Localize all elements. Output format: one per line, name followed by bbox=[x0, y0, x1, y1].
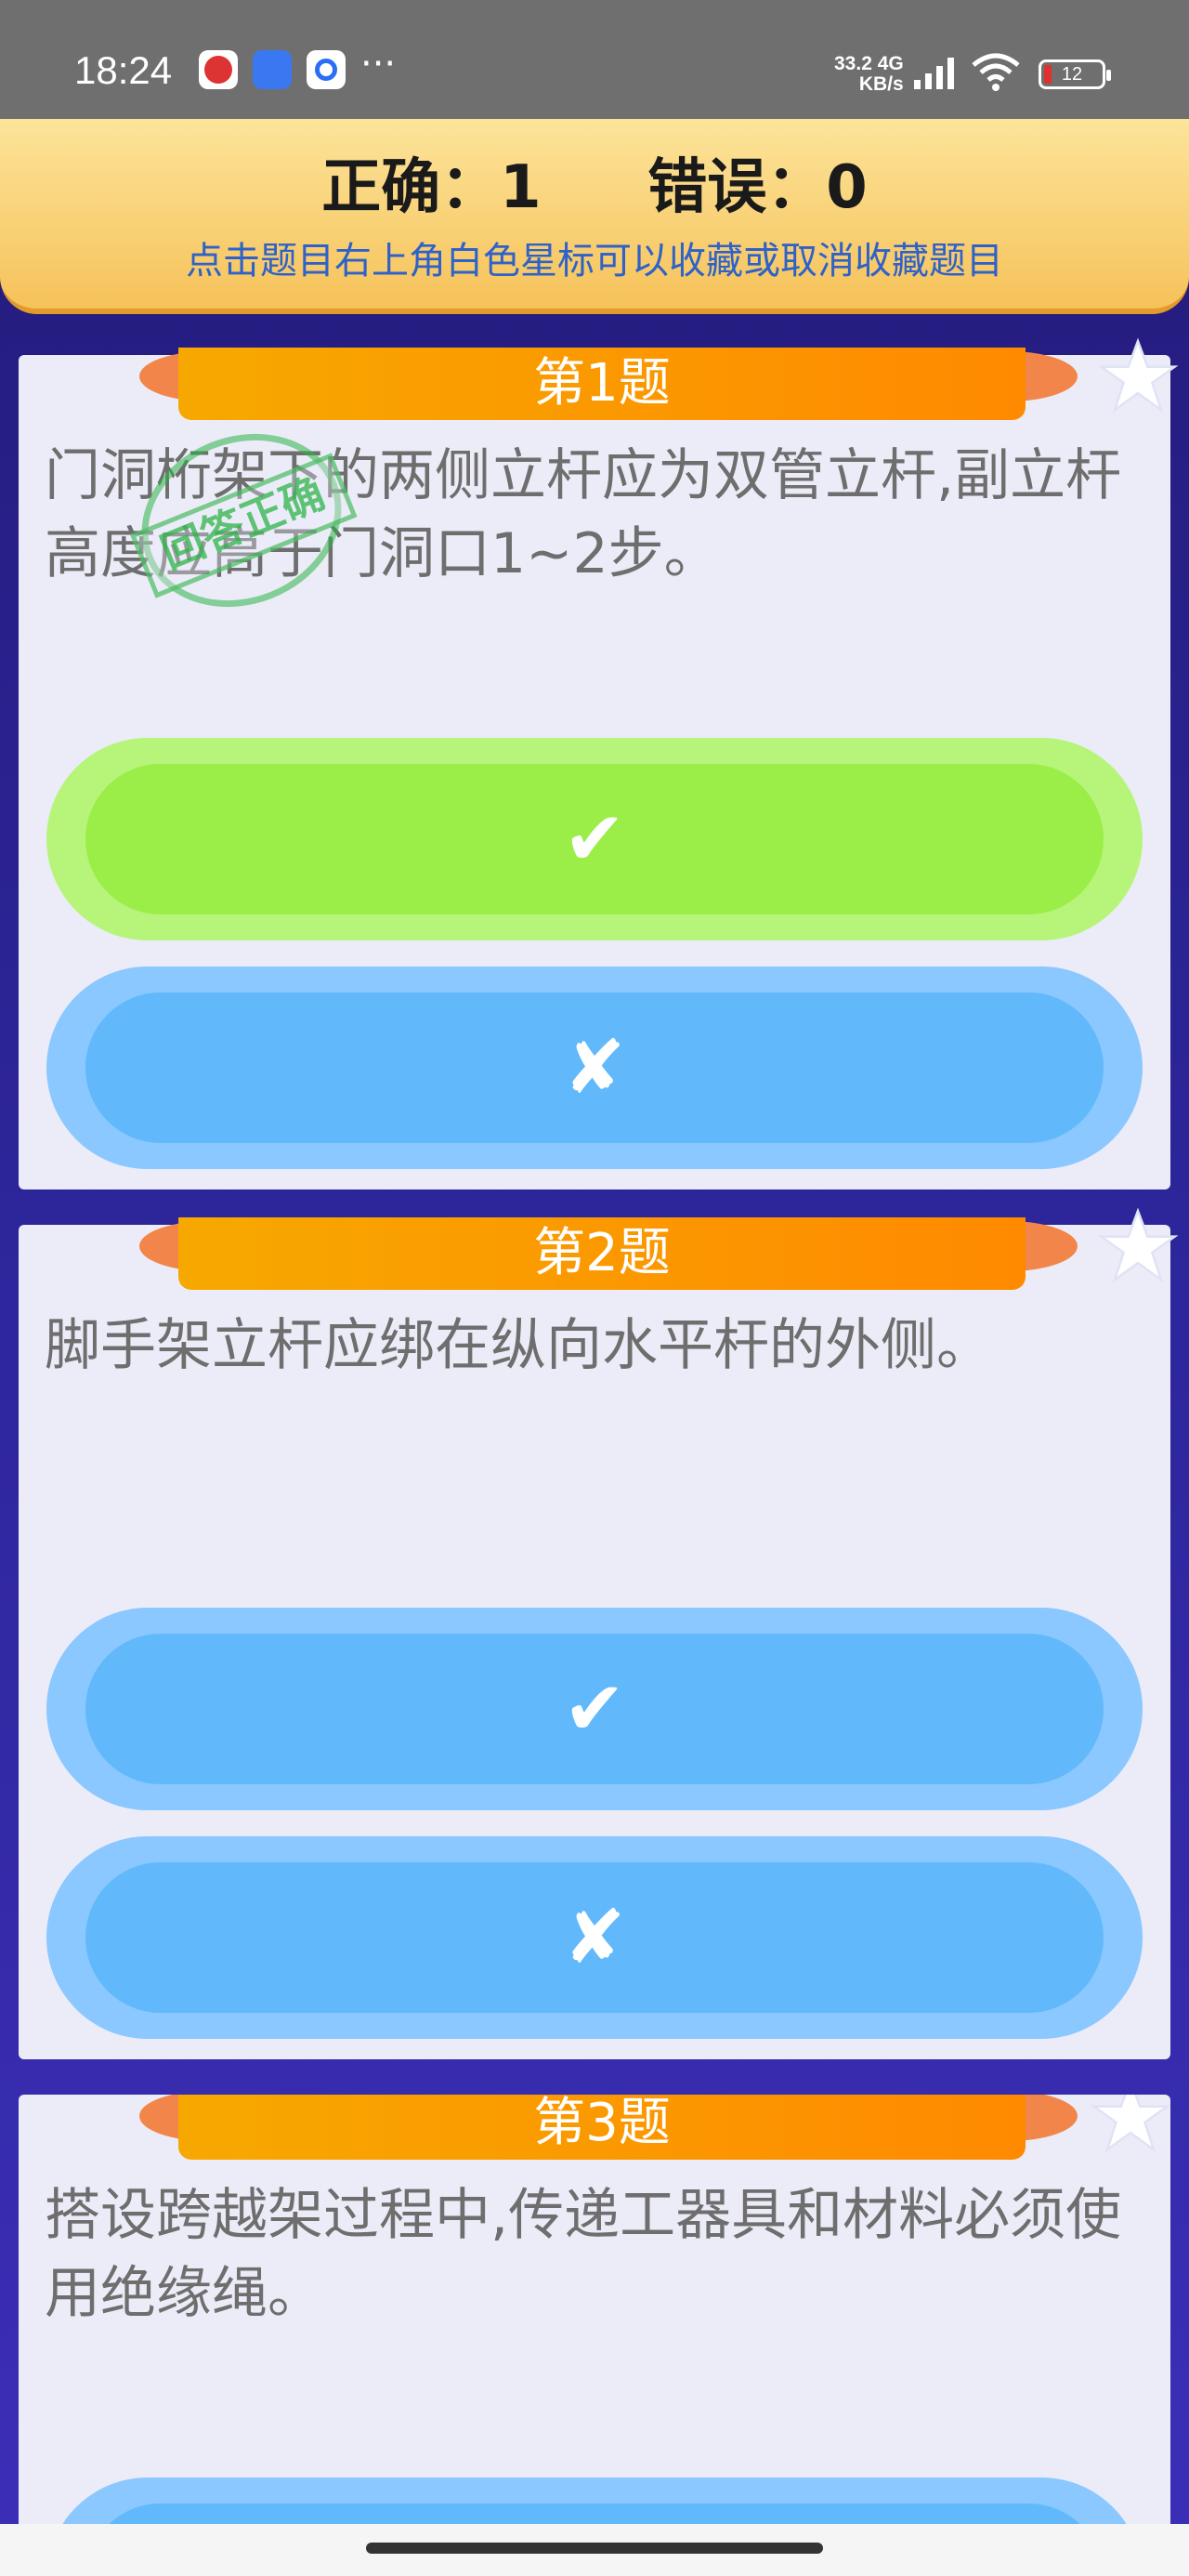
option-true-button[interactable]: ✔ bbox=[46, 1608, 1143, 1810]
question-title: 第2题 bbox=[178, 1217, 1026, 1290]
more-notifications-icon: ··· bbox=[360, 43, 397, 85]
option-true-button[interactable]: ✔ bbox=[46, 738, 1143, 940]
clock: 18:24 bbox=[74, 48, 173, 92]
correct-count: 正确：1 bbox=[321, 153, 542, 222]
option-false-label: ✘ bbox=[85, 1862, 1104, 2013]
question-card-2: 第2题 脚手架立杆应绑在纵向水平杆的外侧。 ✔ ✘ bbox=[19, 1207, 1178, 2059]
question-title: 第1题 bbox=[178, 348, 1026, 420]
favorite-star-icon[interactable] bbox=[1098, 336, 1178, 416]
score-panel: 正确：1 错误：0 点击题目右上角白色星标可以收藏或取消收藏题目 bbox=[0, 119, 1189, 314]
option-false-label: ✘ bbox=[85, 992, 1104, 1143]
home-indicator[interactable] bbox=[366, 2543, 823, 2554]
favorite-hint: 点击题目右上角白色星标可以收藏或取消收藏题目 bbox=[186, 240, 1003, 283]
option-true-label: ✔ bbox=[85, 764, 1104, 914]
score-line: 正确：1 错误：0 bbox=[0, 139, 1189, 225]
app-notification-icon bbox=[253, 50, 292, 89]
net-type: 4G bbox=[877, 53, 904, 74]
option-false-button[interactable]: ✘ bbox=[46, 1836, 1143, 2039]
favorite-star-icon[interactable] bbox=[1091, 2095, 1170, 2156]
option-true-label: ✔ bbox=[85, 1634, 1104, 1784]
wrong-count: 错误：0 bbox=[647, 153, 868, 222]
net-speed-value: 33.2 bbox=[834, 53, 872, 74]
battery-level: 12 bbox=[1061, 64, 1083, 85]
network-speed: 33.2 4G KB/s bbox=[834, 54, 904, 95]
net-speed-unit: KB/s bbox=[858, 73, 904, 95]
signal-icon bbox=[914, 58, 954, 89]
option-false-button[interactable]: ✘ bbox=[46, 966, 1143, 1169]
question-text: 脚手架立杆应绑在纵向水平杆的外侧。 bbox=[45, 1313, 992, 1378]
question-text: 搭设跨越架过程中,传递工器具和材料必须使用绝缘绳。 bbox=[45, 2183, 1122, 2326]
question-card-3: 第3题 搭设跨越架过程中,传递工器具和材料必须使用绝缘绳。 ✔ bbox=[19, 2095, 1170, 2576]
app-notification-icon-2 bbox=[307, 50, 346, 89]
no-disturb-app-icon bbox=[199, 50, 238, 89]
favorite-star-icon[interactable] bbox=[1098, 1206, 1178, 1286]
wifi-icon bbox=[972, 53, 1020, 91]
battery-icon: 12 bbox=[1039, 59, 1111, 89]
question-title: 第3题 bbox=[178, 2095, 1026, 2160]
